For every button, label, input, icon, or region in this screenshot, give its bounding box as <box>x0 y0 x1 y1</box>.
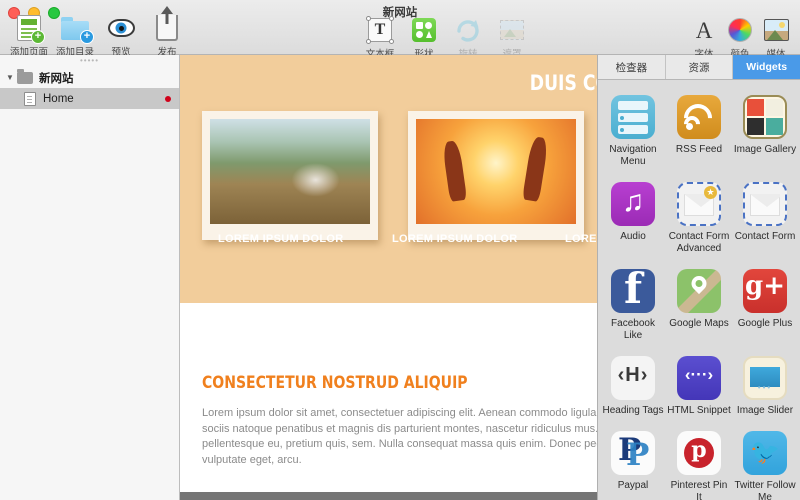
paypal-icon <box>611 431 655 475</box>
font-icon: A <box>695 17 713 43</box>
font-button[interactable]: A 字体 <box>686 16 722 61</box>
heading-tags-icon <box>611 356 655 400</box>
widget-twitter-follow-me[interactable]: Twitter Follow Me <box>732 426 798 500</box>
tab-widgets[interactable]: Widgets <box>733 55 800 79</box>
publish-upload-icon <box>156 6 178 42</box>
widget-google-plus[interactable]: Google Plus <box>732 264 798 349</box>
widget-label: RSS Feed <box>675 144 723 155</box>
widget-google-maps[interactable]: Google Maps <box>666 264 732 349</box>
toolbar-left-group: + 添加页面 + 添加目录 预览 发布 <box>6 6 190 58</box>
photo-frame-1[interactable] <box>202 111 378 240</box>
mask-button[interactable]: 遮罩 <box>490 16 534 60</box>
widget-heading-tags[interactable]: Heading Tags <box>600 351 666 424</box>
photo-frame-2[interactable] <box>408 111 584 240</box>
widget-rss-feed[interactable]: RSS Feed <box>666 90 732 175</box>
toolbar-center-group: T 文本框 形状 <box>358 16 534 60</box>
widget-label: Paypal <box>617 480 649 491</box>
widget-image-slider[interactable]: ••• Image Slider <box>732 351 798 424</box>
rotate-icon <box>455 16 481 44</box>
widget-label: Contact Form <box>734 231 796 242</box>
pages-sidebar: ••••• ▼ 新网站 Home <box>0 55 180 500</box>
widget-label: Image Gallery <box>733 144 797 155</box>
pinterest-pin-it-icon <box>677 431 721 475</box>
photo-caption-1: LOREM IPSUM DOLOR <box>218 233 344 245</box>
image-gallery-icon <box>743 95 787 139</box>
widget-label: Google Plus <box>737 318 793 329</box>
widget-label: Heading Tags <box>602 405 664 416</box>
contact-form-advanced-icon: ★ <box>677 182 721 226</box>
status-badge <box>165 95 171 102</box>
shapes-button[interactable]: 形状 <box>402 16 446 60</box>
widget-paypal[interactable]: Paypal <box>600 426 666 500</box>
tab-inspector[interactable]: 检查器 <box>598 55 666 79</box>
application-window: 新网站 + 添加页面 + 添加目录 预览 发布 T A ••••• ▼ 新网站 … <box>0 0 800 500</box>
photo-image-2 <box>416 119 576 224</box>
google-plus-icon <box>743 269 787 313</box>
sidebar-root-label: 新网站 <box>39 72 74 85</box>
widget-label: Navigation Menu <box>609 144 657 167</box>
rotate-button[interactable]: 旋转 <box>446 16 490 60</box>
widget-image-gallery[interactable]: Image Gallery <box>732 90 798 175</box>
widget-label: Image Slider <box>736 405 794 416</box>
widget-navigation-menu[interactable]: Navigation Menu <box>600 90 666 175</box>
text-box-icon: T <box>366 16 394 44</box>
widget-html-snippet[interactable]: HTML Snippet <box>666 351 732 424</box>
audio-icon <box>611 182 655 226</box>
twitter-follow-me-icon <box>743 431 787 475</box>
preview-eye-icon <box>107 14 135 42</box>
window-toolbar: 新网站 + 添加页面 + 添加目录 预览 发布 T A <box>0 0 800 60</box>
inspector-panel: 检查器 资源 Widgets Navigation Menu RSS Feed … <box>597 55 800 500</box>
widget-pinterest-pin-it[interactable]: Pinterest Pin It <box>666 426 732 500</box>
star-icon: ★ <box>704 186 717 199</box>
google-maps-icon <box>677 269 721 313</box>
media-button[interactable]: 媒体 <box>758 16 794 60</box>
contact-form-icon <box>743 182 787 226</box>
widgets-grid: Navigation Menu RSS Feed Image Gallery A… <box>598 80 800 500</box>
widget-label: Facebook Like <box>611 318 655 341</box>
photo-caption-2: LOREM IPSUM DOLOR <box>392 233 518 245</box>
sidebar-item-home[interactable]: Home <box>0 88 179 109</box>
widget-label: Twitter Follow Me <box>734 480 796 500</box>
widget-label: Contact Form Advanced <box>668 231 730 254</box>
widget-label: Google Maps <box>669 318 729 329</box>
sidebar-item-site-root[interactable]: ▼ 新网站 <box>0 67 179 88</box>
body-heading: CONSECTETUR NOSTRUD ALIQUIP <box>202 373 468 392</box>
sidebar-page-label: Home <box>43 92 74 105</box>
widget-facebook-like[interactable]: Facebook Like <box>600 264 666 349</box>
color-wheel-icon <box>728 16 752 44</box>
html-snippet-icon <box>677 356 721 400</box>
media-icon <box>763 16 789 44</box>
chevron-down-icon[interactable]: ▼ <box>6 73 17 82</box>
publish-button[interactable]: 发布 <box>144 6 190 58</box>
add-page-icon: + <box>17 14 45 44</box>
toolbar-right-group: A 字体 颜色 媒体 <box>686 16 794 60</box>
rotate-arrow-svg <box>457 20 479 42</box>
add-folder-button[interactable]: + 添加目录 <box>52 14 98 58</box>
widget-label: HTML Snippet <box>667 405 731 416</box>
inspector-tab-bar: 检查器 资源 Widgets <box>598 55 800 80</box>
widget-audio[interactable]: Audio <box>600 177 666 262</box>
mask-icon <box>500 16 524 44</box>
facebook-like-icon <box>611 269 655 313</box>
image-slider-icon: ••• <box>743 356 787 400</box>
widget-label: Audio <box>620 231 646 242</box>
photo-image-1 <box>210 119 370 224</box>
preview-button[interactable]: 预览 <box>98 14 144 58</box>
page-doc-icon <box>24 91 36 106</box>
add-page-button[interactable]: + 添加页面 <box>6 14 52 58</box>
text-box-button[interactable]: T 文本框 <box>358 16 402 60</box>
widget-label: Pinterest Pin It <box>670 480 728 500</box>
folder-icon <box>17 68 33 84</box>
tab-assets[interactable]: 资源 <box>666 55 734 79</box>
shapes-icon <box>412 16 436 44</box>
widget-contact-form-advanced[interactable]: ★ Contact Form Advanced <box>666 177 732 262</box>
sidebar-resize-grip[interactable]: ••••• <box>80 56 99 65</box>
widget-contact-form[interactable]: Contact Form <box>732 177 798 262</box>
navigation-menu-icon <box>611 95 655 139</box>
add-folder-icon: + <box>61 14 94 44</box>
color-button[interactable]: 颜色 <box>722 16 758 60</box>
rss-feed-icon <box>677 95 721 139</box>
